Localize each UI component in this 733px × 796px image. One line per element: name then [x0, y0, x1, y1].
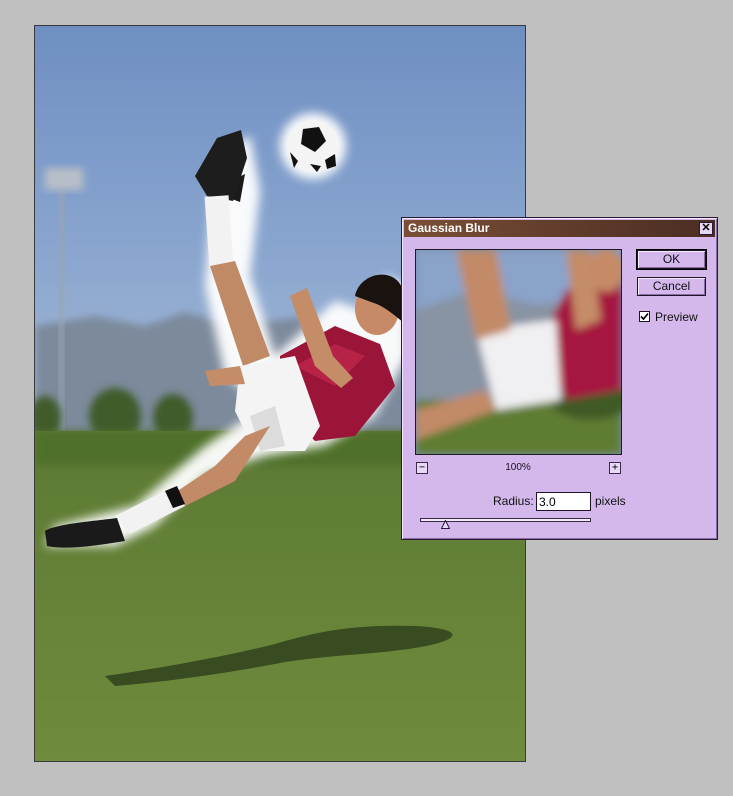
radius-label: Radius:	[493, 494, 534, 508]
preview-checkbox[interactable]: Preview	[639, 310, 698, 324]
close-icon: ✕	[701, 222, 711, 234]
slider-triangle-icon[interactable]	[441, 520, 450, 529]
blurred-preview-image	[416, 250, 621, 454]
soccer-ball	[287, 120, 339, 172]
gaussian-blur-dialog: Gaussian Blur ✕ − 100% + OK Cancel Previ…	[401, 217, 718, 540]
cancel-button[interactable]: Cancel	[637, 277, 706, 296]
zoom-in-button[interactable]: +	[609, 462, 621, 474]
zoom-level: 100%	[505, 462, 531, 473]
minus-icon: −	[418, 462, 426, 473]
checkbox-box[interactable]	[639, 311, 650, 322]
dialog-title: Gaussian Blur	[408, 221, 490, 235]
unit-label: pixels	[595, 494, 626, 508]
checkmark-icon	[640, 312, 649, 321]
close-button[interactable]: ✕	[699, 222, 713, 235]
dialog-titlebar[interactable]: Gaussian Blur ✕	[404, 220, 715, 237]
ok-button[interactable]: OK	[636, 249, 707, 270]
zoom-out-button[interactable]: −	[416, 462, 428, 474]
plus-icon: +	[611, 462, 619, 473]
radius-input[interactable]	[536, 492, 591, 511]
filter-preview[interactable]	[415, 249, 622, 455]
preview-label: Preview	[655, 310, 698, 324]
